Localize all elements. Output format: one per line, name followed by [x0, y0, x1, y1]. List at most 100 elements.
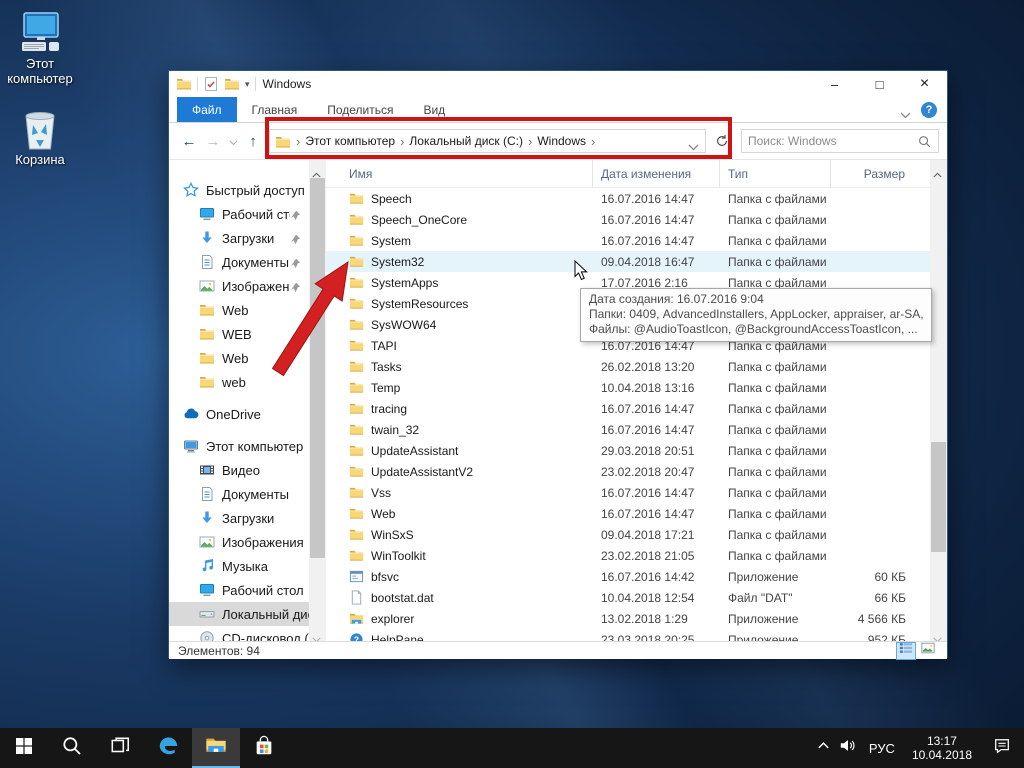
taskbar-clock[interactable]: 13:17 10.04.2018	[904, 734, 980, 762]
minimize-button[interactable]: –	[812, 71, 857, 97]
collapse-ribbon-icon[interactable]	[900, 106, 911, 119]
close-button[interactable]: ×	[902, 71, 947, 97]
table-row[interactable]: Speech_OneCore 16.07.2016 14:47 Папка с фа…	[326, 209, 932, 230]
file-type-cell: Папка с файлами	[728, 191, 827, 206]
sidebar-item[interactable]: Видео	[169, 458, 309, 482]
scroll-up-icon[interactable]	[309, 160, 326, 178]
sidebar-item[interactable]: Документы	[169, 250, 309, 274]
sidebar-item[interactable]: CD-дисковод (D	[169, 626, 309, 641]
sidebar-item-label: Загрузки	[222, 230, 275, 246]
taskbar-edge-button[interactable]	[144, 728, 192, 768]
help-button[interactable]: ?	[921, 101, 937, 118]
search-input[interactable]	[742, 134, 917, 148]
table-row[interactable]: System32 09.04.2018 16:47 Папка с файлами	[326, 251, 932, 272]
sidebar-item[interactable]: Изображени	[169, 274, 309, 298]
music-icon	[199, 558, 215, 574]
table-row[interactable]: Temp 10.04.2018 13:16 Папка с файлами	[326, 377, 932, 398]
scroll-down-icon[interactable]	[930, 625, 947, 641]
table-row[interactable]: System 16.07.2016 14:47 Папка с файлами	[326, 230, 932, 251]
file-name-cell: UpdateAssistantV2	[326, 464, 593, 479]
sidebar-item[interactable]: Изображения	[169, 530, 309, 554]
breadcrumb-item[interactable]: Локальный диск (C:)	[409, 134, 523, 148]
file-name-cell: Web	[326, 506, 593, 521]
new-folder-icon[interactable]	[224, 76, 240, 92]
sidebar-item[interactable]: Рабочий стол	[169, 578, 309, 602]
breadcrumb-item[interactable]: Этот компьютер	[305, 134, 395, 148]
table-row[interactable]: bootstat.dat 10.04.2018 12:54 Файл "DAT" 66…	[326, 587, 932, 608]
sidebar-item[interactable]: Этот компьютер	[169, 434, 309, 458]
sidebar-item[interactable]: web	[169, 370, 309, 394]
sidebar-item[interactable]: WEB	[169, 322, 309, 346]
column-header-3[interactable]: Размер	[831, 160, 931, 188]
taskbar-search-button[interactable]	[48, 728, 96, 768]
pictures-icon	[199, 278, 215, 294]
status-bar: Элементов: 94	[169, 641, 947, 660]
folder-icon	[199, 374, 215, 390]
column-header-0[interactable]: Имя	[326, 160, 593, 188]
filelist-scroll-thumb[interactable]	[931, 442, 946, 552]
language-indicator[interactable]: РУС	[860, 741, 904, 756]
up-button[interactable]: ↑	[241, 133, 265, 150]
table-row[interactable]: Tasks 26.02.2018 13:20 Папка с файлами	[326, 356, 932, 377]
action-center-button[interactable]	[980, 728, 1024, 768]
ribbon-tab-файл[interactable]: Файл	[177, 97, 237, 122]
folder-icon	[349, 401, 364, 416]
taskbar-start-button[interactable]	[0, 728, 48, 768]
desktop-icon-recycle-bin[interactable]: Корзина	[1, 106, 79, 167]
column-header-1[interactable]: Дата изменения	[593, 160, 720, 188]
table-row[interactable]: ? HelpPane 23.03.2018 20:25 Приложение 952 К…	[326, 629, 932, 641]
window-controls: – □ ×	[812, 71, 947, 97]
table-row[interactable]: tracing 16.07.2016 14:47 Папка с файлами	[326, 398, 932, 419]
sidebar-item[interactable]: OneDrive	[169, 402, 309, 426]
details-view-button[interactable]	[896, 641, 916, 660]
table-row[interactable]: explorer 13.02.2018 1:29 Приложение 4 566 К…	[326, 608, 932, 629]
table-row[interactable]: WinToolkit 23.02.2018 21:05 Папка с файлам…	[326, 545, 932, 566]
table-row[interactable]: twain_32 16.07.2016 14:47 Папка с файлами	[326, 419, 932, 440]
file-name: bootstat.dat	[371, 590, 434, 605]
volume-icon[interactable]	[836, 738, 860, 758]
back-button[interactable]: ←	[177, 133, 201, 150]
explorer-app-icon[interactable]	[176, 76, 192, 92]
search-box[interactable]	[741, 129, 939, 153]
sidebar-item[interactable]: Локальный дис	[169, 602, 309, 626]
table-row[interactable]: UpdateAssistant 29.03.2018 20:51 Папка с ф…	[326, 440, 932, 461]
table-row[interactable]: Web 16.07.2016 14:47 Папка с файлами	[326, 503, 932, 524]
sidebar-item[interactable]: Загрузки	[169, 226, 309, 250]
tray-chevron-up-icon[interactable]	[812, 738, 836, 758]
desktop-icon-pc-desktop[interactable]: Этот компьютер	[1, 10, 79, 86]
sidebar-item[interactable]: Музыка	[169, 554, 309, 578]
sidebar-item[interactable]: Web	[169, 298, 309, 322]
breadcrumb[interactable]: › Этот компьютер › Локальный диск (C:) › Wind…	[269, 129, 706, 153]
ribbon-tab-главная[interactable]: Главная	[237, 97, 313, 122]
sidebar-scrollbar[interactable]	[309, 160, 326, 641]
column-header-2[interactable]: Тип	[720, 160, 831, 188]
taskbar-file-explorer-button[interactable]	[192, 728, 240, 768]
ribbon-tab-поделиться[interactable]: Поделиться	[312, 97, 408, 122]
sidebar-item[interactable]: Документы	[169, 482, 309, 506]
breadcrumb-item[interactable]: Windows	[537, 134, 586, 148]
qat-customize-chevron-icon[interactable]: ▾	[245, 79, 250, 90]
refresh-button[interactable]	[711, 129, 733, 153]
thumbnail-view-button[interactable]	[919, 642, 937, 659]
sidebar-item-label: Этот компьютер	[206, 438, 304, 454]
taskbar-task-view-button[interactable]	[96, 728, 144, 768]
table-row[interactable]: bfsvc 16.07.2016 14:42 Приложение 60 КБ	[326, 566, 932, 587]
scroll-up-icon[interactable]	[930, 160, 947, 178]
sidebar-item[interactable]: Рабочий сто	[169, 202, 309, 226]
maximize-button[interactable]: □	[857, 71, 902, 97]
table-row[interactable]: UpdateAssistantV2 23.02.2018 20:47 Папка с…	[326, 461, 932, 482]
table-row[interactable]: Vss 16.07.2016 14:47 Папка с файлами	[326, 482, 932, 503]
table-row[interactable]: Speech 16.07.2016 14:47 Папка с файлами	[326, 188, 932, 209]
filelist-scrollbar[interactable]	[930, 160, 947, 641]
taskbar-store-button[interactable]	[240, 728, 288, 768]
sidebar-item[interactable]: Загрузки	[169, 506, 309, 530]
sidebar-item[interactable]: Быстрый доступ	[169, 178, 309, 202]
properties-icon[interactable]	[203, 76, 219, 92]
sidebar-item[interactable]: Web	[169, 346, 309, 370]
table-row[interactable]: WinSxS 09.04.2018 17:21 Папка с файлами	[326, 524, 932, 545]
sidebar-scroll-thumb[interactable]	[310, 178, 325, 558]
breadcrumb-right	[688, 138, 705, 150]
scroll-down-icon[interactable]	[309, 625, 326, 641]
ribbon-tab-вид[interactable]: Вид	[408, 97, 460, 122]
address-dropdown-icon[interactable]	[688, 138, 699, 150]
